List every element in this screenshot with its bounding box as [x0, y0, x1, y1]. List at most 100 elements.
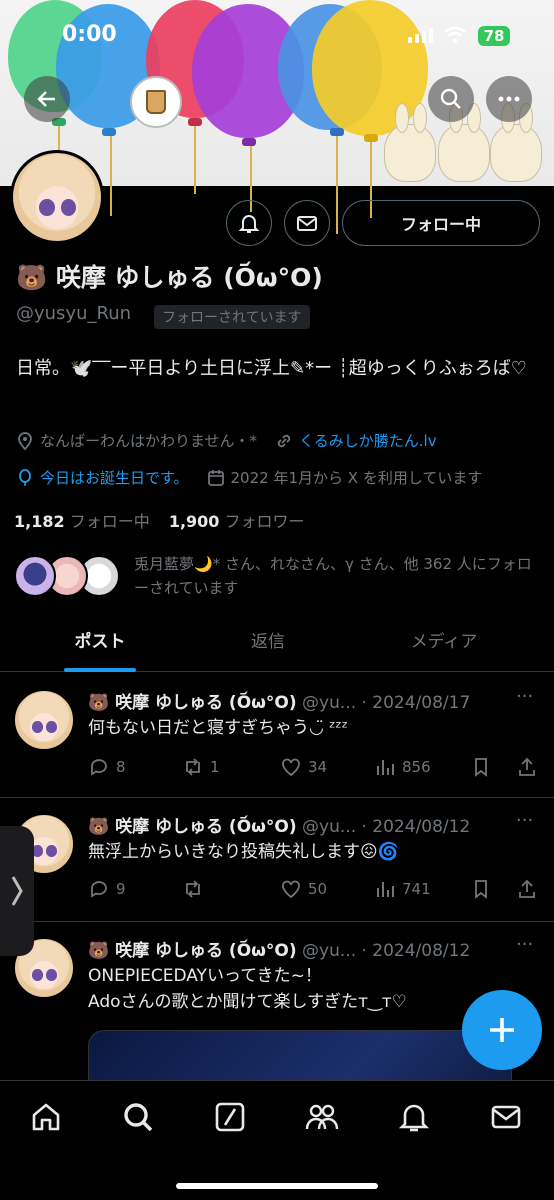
- tab-media[interactable]: メディア: [374, 620, 514, 672]
- search-button[interactable]: [428, 76, 474, 122]
- follower-avatar: [14, 555, 56, 597]
- followed-by-text[interactable]: 兎月藍夢🌙* さん、れなさん、γ さん、他 362 人にフォローされています: [134, 552, 544, 600]
- post[interactable]: 🐻 咲摩 ゆしゅる (O᷄ω°O) @yu... · 2024/08/12 ··…: [0, 798, 554, 922]
- post-author: 🐻 咲摩 ゆしゅる (O᷄ω°O): [88, 817, 297, 837]
- wifi-icon: [444, 26, 466, 44]
- signal-icon: [408, 28, 433, 43]
- nav-home[interactable]: [28, 1099, 64, 1135]
- plus-icon: [490, 1018, 514, 1042]
- following-button[interactable]: フォロー中: [342, 200, 540, 246]
- repost-button[interactable]: [182, 878, 210, 900]
- balloon-knot: [330, 128, 344, 136]
- balloon-string: [336, 186, 338, 234]
- share-button[interactable]: [516, 756, 538, 778]
- like-count: 50: [308, 880, 328, 898]
- follows-you-badge: フォローされています: [154, 305, 310, 329]
- balloon-knot: [242, 138, 256, 146]
- profile-website-link[interactable]: くるみしか勝たん.lv: [299, 430, 437, 451]
- like-count: 34: [308, 758, 328, 776]
- post-avatar[interactable]: [12, 688, 76, 752]
- followers-count-link[interactable]: 1,900 フォロワー: [169, 512, 305, 531]
- post[interactable]: 🐻 咲摩 ゆしゅる (O᷄ω°O) @yu... · 2024/08/17 ··…: [0, 674, 554, 798]
- reply-button[interactable]: 8: [88, 756, 126, 778]
- search-icon: [440, 88, 461, 109]
- message-button[interactable]: [284, 200, 330, 246]
- location-icon: [18, 431, 32, 450]
- profile-meta-row-2: 今日はお誕生日です。 2022 年1月から X を利用しています: [16, 467, 482, 488]
- bell-icon: [398, 1104, 430, 1132]
- repost-count: 1: [210, 758, 220, 776]
- back-button[interactable]: [24, 76, 70, 122]
- like-button[interactable]: 34: [280, 756, 327, 778]
- balloon-string: [194, 186, 196, 194]
- post-meta: @yu... · 2024/08/12: [302, 817, 471, 837]
- following-label: フォロー中: [69, 512, 150, 531]
- balloon-knot: [102, 128, 116, 136]
- following-count-link[interactable]: 1,182 フォロー中: [14, 512, 150, 531]
- post-more-button[interactable]: ···: [516, 686, 533, 707]
- search-icon: [124, 1103, 153, 1132]
- profile-location: なんばーわんはかわりません・*: [40, 432, 258, 450]
- reply-count: 8: [116, 758, 126, 776]
- tab-replies[interactable]: 返信: [198, 620, 338, 672]
- balloon-string: [370, 142, 372, 186]
- nav-notifications[interactable]: [396, 1099, 432, 1135]
- active-tab-indicator: [64, 668, 136, 672]
- balloon-knot: [364, 134, 378, 142]
- nav-grok[interactable]: [212, 1099, 248, 1135]
- views-icon: [377, 882, 394, 897]
- reply-icon: [91, 759, 107, 776]
- side-panel-handle[interactable]: [0, 826, 34, 956]
- post-header: 🐻 咲摩 ゆしゅる (O᷄ω°O) @yu... · 2024/08/17: [88, 688, 470, 713]
- follow-counts: 1,182 フォロー中 1,900 フォロワー: [14, 508, 305, 532]
- like-button[interactable]: 50: [280, 878, 327, 900]
- nav-search[interactable]: [120, 1099, 156, 1135]
- post-text: 無浮上からいきなり投稿失礼します😖🌀: [88, 842, 399, 862]
- calendar-icon: [207, 469, 224, 486]
- battery-indicator: 78: [478, 26, 510, 46]
- nav-communities[interactable]: [304, 1099, 340, 1135]
- tab-posts[interactable]: ポスト: [30, 620, 170, 672]
- post-more-button[interactable]: ···: [516, 810, 533, 831]
- status-time: 0:00: [62, 22, 117, 47]
- bunny-sticker: [384, 103, 436, 182]
- balloon-string: [110, 136, 112, 186]
- more-button[interactable]: [486, 76, 532, 122]
- status-bar: 0:00 78: [0, 22, 554, 54]
- post-meta: @yu... · 2024/08/17: [302, 693, 471, 713]
- nav-messages[interactable]: [488, 1099, 524, 1135]
- post-more-button[interactable]: ···: [516, 934, 533, 955]
- compose-post-button[interactable]: [462, 990, 542, 1070]
- bookmark-button[interactable]: [470, 878, 492, 900]
- home-icon: [32, 1103, 60, 1131]
- profile-bio: 日常。🕊️‾‾ー平日より土日に浮上✎*ー ┊超ゆっくりふぉろば♡: [16, 358, 527, 379]
- profile-avatar[interactable]: [10, 150, 104, 244]
- notify-button[interactable]: [226, 200, 272, 246]
- balloon-icon: [19, 468, 31, 486]
- post-text-line-2: Adoさんの歌とか聞けて楽しすぎたт‿т♡: [88, 992, 407, 1012]
- repost-button[interactable]: 1: [182, 756, 220, 778]
- bottom-nav: [0, 1080, 554, 1200]
- repost-icon: [186, 880, 200, 898]
- profile-meta-row-1: なんばーわんはかわりません・* くるみしか勝たん.lv: [16, 430, 437, 451]
- post-author: 🐻 咲摩 ゆしゅる (O᷄ω°O): [88, 693, 297, 713]
- following-count: 1,182: [14, 512, 65, 531]
- bookmark-icon: [475, 758, 487, 777]
- like-icon: [282, 880, 300, 899]
- reply-button[interactable]: 9: [88, 878, 126, 900]
- repost-icon: [186, 758, 200, 776]
- reply-count: 9: [116, 880, 126, 898]
- views-button[interactable]: 741: [374, 878, 431, 900]
- home-indicator: [176, 1183, 378, 1189]
- notify-icon: [238, 215, 260, 233]
- share-icon: [519, 757, 535, 776]
- profile-joined: 2022 年1月から X を利用しています: [230, 469, 483, 487]
- views-count: 741: [402, 880, 431, 898]
- bookmark-button[interactable]: [470, 756, 492, 778]
- views-button[interactable]: 856: [374, 756, 431, 778]
- post-header: 🐻 咲摩 ゆしゅる (O᷄ω°O) @yu... · 2024/08/12: [88, 936, 470, 961]
- share-button[interactable]: [516, 878, 538, 900]
- link-icon: [277, 434, 291, 447]
- balloon-string: [336, 136, 338, 186]
- views-count: 856: [402, 758, 431, 776]
